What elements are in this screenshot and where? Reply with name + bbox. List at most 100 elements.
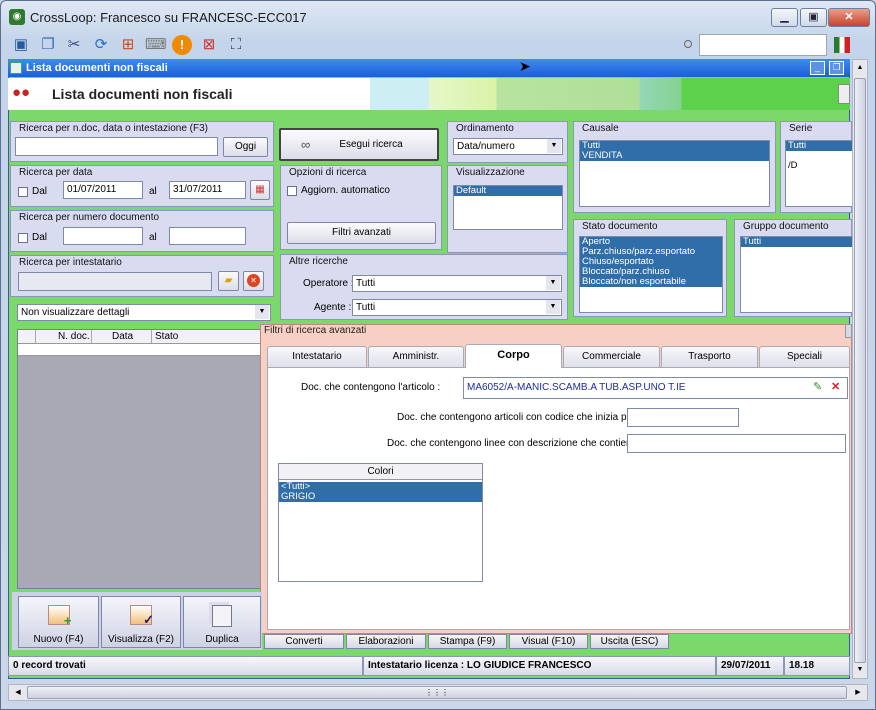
- vertical-scrollbar[interactable]: ▲ ▼: [852, 59, 868, 679]
- scroll-thumb[interactable]: [854, 78, 866, 663]
- serie-panel: Serie Tutti /D: [780, 121, 853, 213]
- column-header[interactable]: N. doc.: [58, 330, 90, 343]
- status-license: Intestatario licenza : LO GIUDICE FRANCE…: [363, 656, 716, 676]
- disconnect-icon[interactable]: ⊠: [199, 35, 219, 55]
- tab-speciali[interactable]: Speciali: [759, 346, 850, 367]
- search-input[interactable]: [15, 137, 218, 156]
- tab-amministr[interactable]: Amministr.: [368, 346, 464, 367]
- advanced-scroll[interactable]: [845, 324, 852, 338]
- scroll-right-icon[interactable]: ▶: [851, 686, 865, 700]
- view-icon: ✓: [130, 605, 154, 627]
- agent-select[interactable]: Tutti: [352, 299, 562, 316]
- list-item[interactable]: Tutti: [741, 237, 852, 247]
- colors-list[interactable]: Colori <Tutti> GRIGIO: [278, 463, 483, 582]
- horizontal-scrollbar[interactable]: ◀ ⋮⋮⋮ ▶: [8, 684, 868, 701]
- elaborations-button[interactable]: Elaborazioni: [346, 634, 426, 649]
- flag-icon: [834, 37, 850, 53]
- monitor-icon[interactable]: ▣: [11, 35, 31, 55]
- number-from-checkbox[interactable]: [18, 233, 28, 243]
- panel-title: Ricerca per data: [17, 167, 95, 178]
- advanced-filters-button[interactable]: Filtri avanzati: [287, 222, 436, 244]
- al-label: al: [149, 232, 157, 243]
- window-title: CrossLoop: Francesco su FRANCESC-ECC017: [30, 10, 307, 25]
- code-input[interactable]: [627, 408, 739, 427]
- convert-button[interactable]: Converti: [264, 634, 344, 649]
- date-from-input[interactable]: 01/07/2011: [63, 181, 143, 199]
- panel-title: Ricerca per n.doc, data o intestazione (…: [17, 123, 210, 134]
- view-button[interactable]: ✓ Visualizza (F2): [101, 596, 181, 648]
- list-item[interactable]: /D: [786, 161, 852, 171]
- scroll-down-icon[interactable]: ▼: [853, 662, 867, 678]
- scroll-up-icon[interactable]: ▲: [853, 60, 867, 76]
- folder-icon[interactable]: ▰: [218, 271, 239, 291]
- windows-logo-icon[interactable]: ⊞: [118, 35, 138, 55]
- article-input[interactable]: MA6052/A-MANIC.SCAMB.A TUB.ASP.UNO T.IE: [463, 377, 848, 399]
- gruppo-list[interactable]: Tutti: [740, 236, 853, 313]
- column-header[interactable]: Stato: [155, 330, 178, 343]
- windows-icon[interactable]: ❐: [38, 35, 58, 55]
- list-item[interactable]: Default: [454, 186, 562, 196]
- date-from-checkbox[interactable]: [18, 187, 28, 197]
- toolbar-search-field[interactable]: [699, 34, 827, 56]
- calendar-icon[interactable]: ▦: [250, 180, 270, 200]
- execute-search-button[interactable]: ∞ Esegui ricerca: [279, 128, 439, 161]
- duplicate-icon: [212, 605, 232, 627]
- holder-input[interactable]: [18, 272, 212, 291]
- serie-list[interactable]: Tutti /D: [785, 140, 853, 207]
- tab-trasporto[interactable]: Trasporto: [661, 346, 758, 367]
- mouse-cursor-icon: ➤: [519, 58, 531, 74]
- new-button[interactable]: + Nuovo (F4): [18, 596, 99, 648]
- visual-button[interactable]: Visual (F10): [509, 634, 588, 649]
- stato-list[interactable]: Aperto Parz.chiuso/parz.esportato Chiuso…: [579, 236, 723, 313]
- scroll-left-icon[interactable]: ◀: [11, 686, 25, 700]
- inner-minimize-button[interactable]: _: [810, 61, 825, 75]
- number-to-input[interactable]: [169, 227, 246, 245]
- list-item[interactable]: VENDITA: [580, 151, 769, 161]
- print-button[interactable]: Stampa (F9): [428, 634, 507, 649]
- panel-title: Causale: [580, 123, 621, 134]
- panel-title: Opzioni di ricerca: [287, 167, 369, 178]
- document-icon: [10, 62, 22, 74]
- page-title: Lista documenti non fiscali: [52, 86, 233, 102]
- fullscreen-icon[interactable]: ⛶: [226, 35, 246, 55]
- operator-label: Operatore :: [303, 278, 354, 289]
- column-header[interactable]: Data: [112, 330, 133, 343]
- list-item[interactable]: GRIGIO: [279, 492, 482, 502]
- causale-list[interactable]: Tutti VENDITA: [579, 140, 770, 207]
- keyboard-icon[interactable]: ⌨: [145, 35, 167, 55]
- list-item[interactable]: Tutti: [786, 141, 852, 151]
- tab-commerciale[interactable]: Commerciale: [563, 346, 660, 367]
- description-input[interactable]: [627, 434, 846, 453]
- duplicate-button[interactable]: Duplica: [183, 596, 261, 648]
- details-select[interactable]: Non visualizzare dettagli: [17, 304, 271, 321]
- refresh-icon[interactable]: ⟳: [91, 35, 111, 55]
- inner-restore-button[interactable]: ❐: [829, 61, 844, 75]
- today-button[interactable]: Oggi: [223, 137, 268, 157]
- operator-select[interactable]: Tutti: [352, 275, 562, 292]
- panel-title: Serie: [787, 123, 815, 134]
- clear-icon[interactable]: ✕: [243, 271, 264, 291]
- display-list[interactable]: Default: [453, 185, 563, 230]
- number-from-input[interactable]: [63, 227, 143, 245]
- delete-icon[interactable]: ✕: [831, 381, 843, 393]
- close-button[interactable]: ✕: [828, 8, 870, 27]
- maximize-button[interactable]: ▣: [800, 8, 827, 27]
- search-number-panel: Ricerca per numero documento Dal al: [10, 210, 274, 252]
- tab-corpo[interactable]: Corpo: [465, 344, 562, 368]
- auto-update-checkbox[interactable]: [287, 186, 297, 196]
- alert-icon[interactable]: !: [172, 35, 192, 55]
- status-time: 18.18: [784, 656, 850, 676]
- edit-icon[interactable]: ✎: [813, 381, 825, 393]
- date-to-input[interactable]: 31/07/2011: [169, 181, 246, 199]
- tab-intestatario[interactable]: Intestatario: [267, 346, 367, 367]
- report-icon: [838, 84, 850, 104]
- table-row[interactable]: [18, 344, 263, 356]
- results-table[interactable]: [17, 329, 264, 589]
- scroll-thumb[interactable]: ⋮⋮⋮: [27, 686, 847, 699]
- exit-button[interactable]: Uscita (ESC): [590, 634, 669, 649]
- view-label: Visualizza (F2): [108, 634, 174, 645]
- tools-icon[interactable]: ✂: [64, 35, 84, 55]
- new-icon: +: [47, 605, 72, 628]
- minimize-button[interactable]: ▁: [771, 8, 798, 27]
- list-item[interactable]: Bloccato/non esportabile: [580, 277, 722, 287]
